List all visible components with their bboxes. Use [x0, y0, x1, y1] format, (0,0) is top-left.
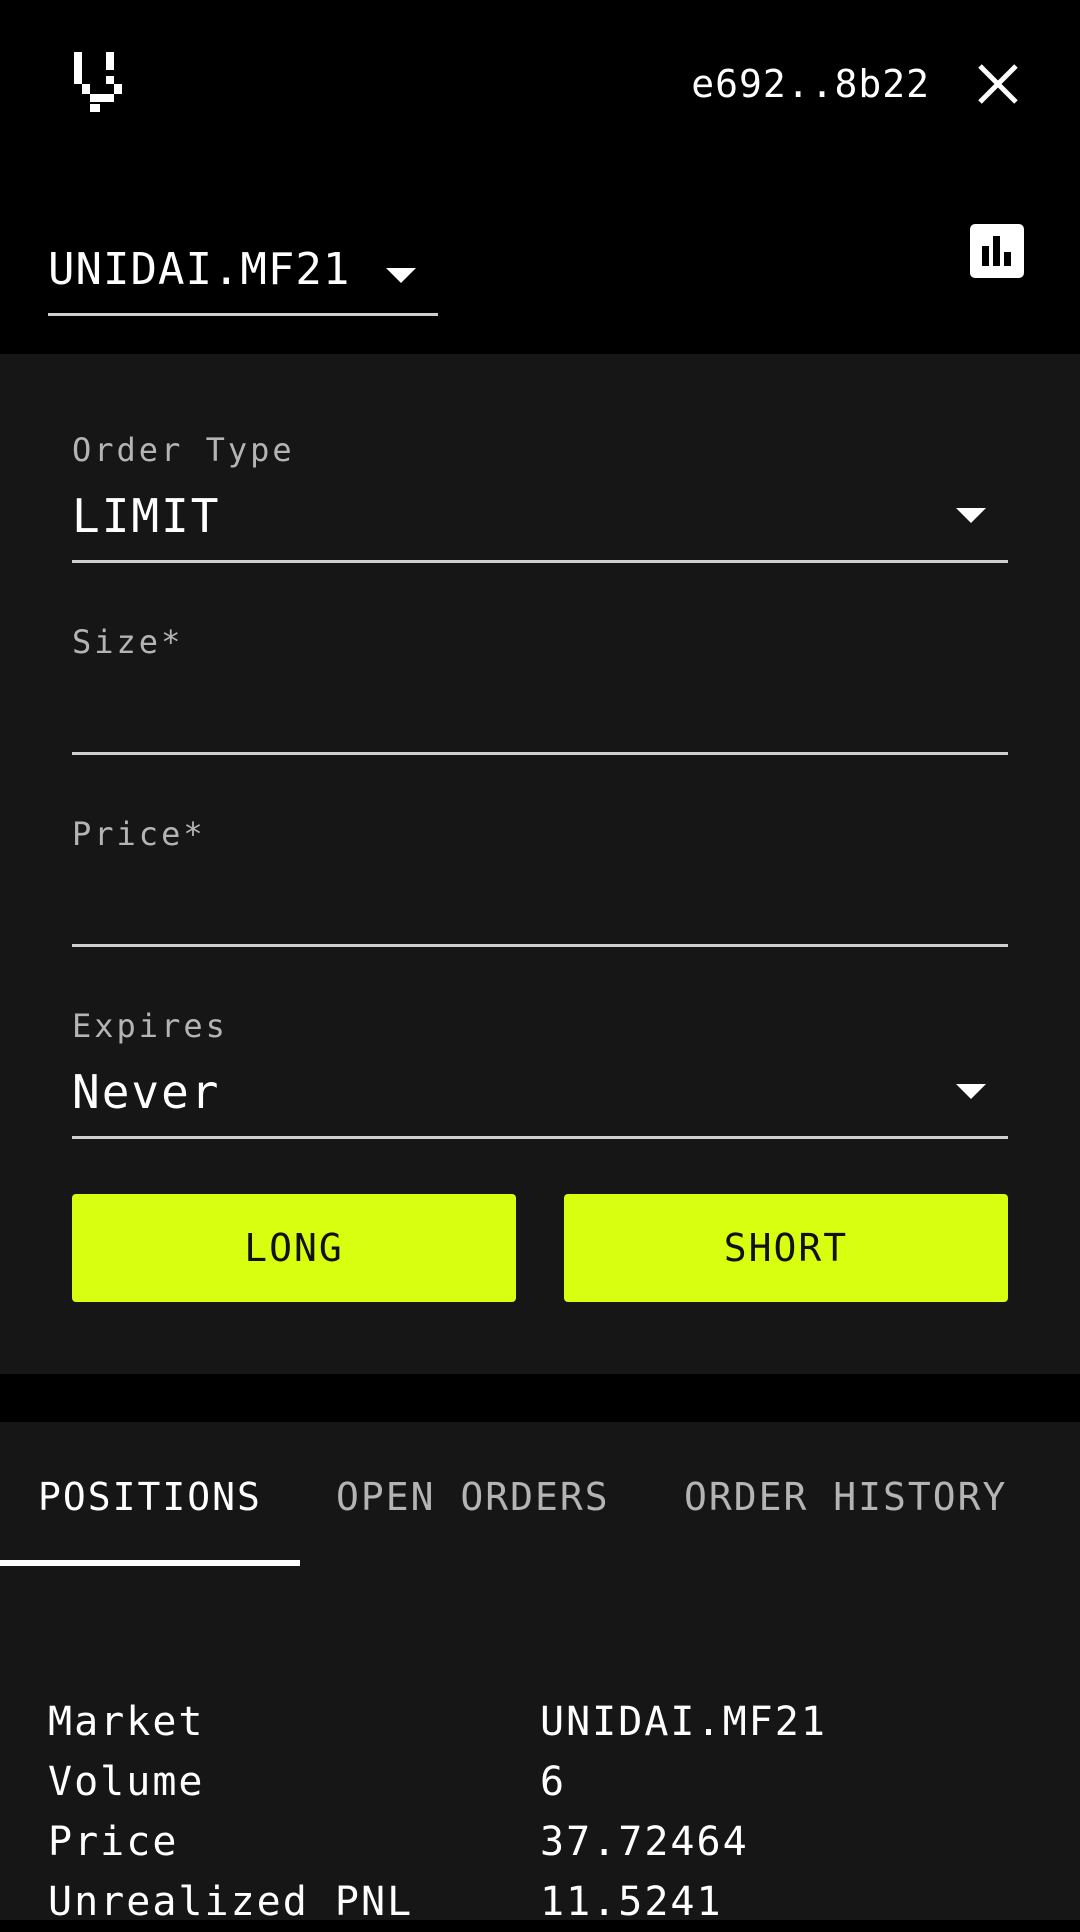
position-value: 11.5241 [540, 1879, 723, 1925]
expires-label: Expires [72, 1007, 228, 1045]
position-key: Market [48, 1699, 205, 1745]
size-field: Size* [72, 622, 1008, 772]
logo-icon [72, 52, 128, 112]
active-tab-indicator [0, 1560, 300, 1566]
position-key: Price [48, 1819, 179, 1865]
expires-value: Never [72, 1065, 221, 1119]
tab-open-orders[interactable]: OPEN ORDERS [336, 1472, 610, 1522]
position-value: UNIDAI.MF21 [540, 1699, 827, 1745]
order-panel: Order Type LIMIT Size* Price* Expires Ne… [0, 354, 1080, 1374]
tab-positions[interactable]: POSITIONS [38, 1472, 262, 1522]
size-label: Size* [72, 623, 184, 661]
size-input[interactable] [72, 682, 1008, 748]
chart-button[interactable] [970, 224, 1024, 278]
short-button[interactable]: SHORT [564, 1194, 1008, 1302]
divider [72, 944, 1008, 947]
expires-select[interactable]: Expires Never [72, 1006, 1008, 1156]
market-select-value: UNIDAI.MF21 [48, 244, 351, 295]
position-value: 37.72464 [540, 1819, 749, 1865]
top-bar: e692..8b22 [0, 0, 1080, 170]
orders-tabs: POSITIONS OPEN ORDERS ORDER HISTORY Mark… [0, 1422, 1080, 1925]
market-row: UNIDAI.MF21 [0, 210, 1080, 316]
divider [72, 1136, 1008, 1139]
position-value: 6 [540, 1759, 567, 1805]
close-button[interactable] [974, 60, 1022, 108]
caret-down-icon [386, 268, 416, 283]
long-button[interactable]: LONG [72, 1194, 516, 1302]
price-input[interactable] [72, 874, 1008, 940]
order-type-label: Order Type [72, 431, 295, 469]
divider [72, 560, 1008, 563]
price-field: Price* [72, 814, 1008, 964]
divider [72, 752, 1008, 755]
order-type-select[interactable]: Order Type LIMIT [72, 430, 1008, 580]
position-key: Volume [48, 1759, 205, 1805]
close-icon [978, 64, 1018, 104]
price-label: Price* [72, 815, 206, 853]
caret-down-icon [956, 1084, 986, 1099]
order-type-value: LIMIT [72, 489, 221, 543]
market-select[interactable]: UNIDAI.MF21 [48, 230, 438, 316]
tab-order-history[interactable]: ORDER HISTORY [684, 1472, 1007, 1522]
position-key: Unrealized PNL [48, 1879, 414, 1925]
caret-down-icon [956, 508, 986, 523]
wallet-address[interactable]: e692..8b22 [691, 58, 930, 110]
